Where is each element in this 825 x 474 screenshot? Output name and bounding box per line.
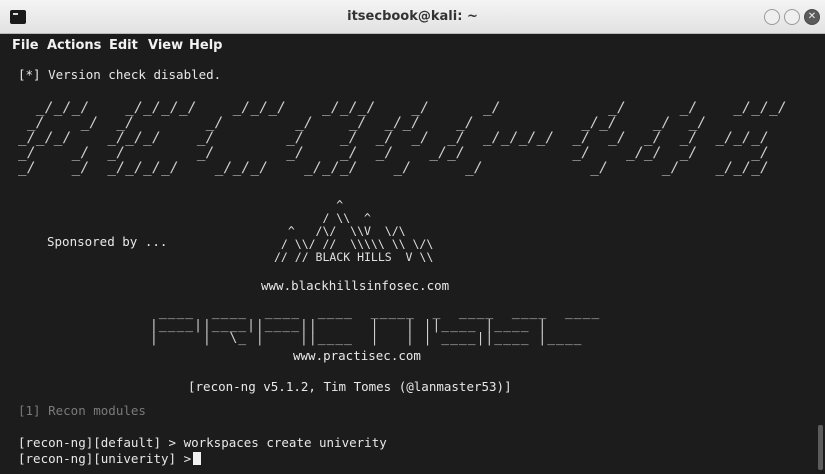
recon-ng-banner-line: _/ _/ _/ _/ _/ _/ _/_/ _/ _/_/ _/ _/ bbox=[18, 115, 707, 131]
practisec-logo-line: | | \_ | ||____ | | | ____||____ |____ bbox=[150, 331, 583, 346]
menu-file[interactable]: File bbox=[12, 38, 39, 53]
bhis-logo-line: // // BLACK HILLS V \\ bbox=[274, 250, 434, 264]
text-cursor bbox=[193, 452, 202, 465]
recon-ng-banner-line: _/ _/ _/ _/ _/ _/ _/ _/_/ _/ _/_/ _/ _/ bbox=[18, 145, 770, 161]
window-title: itsecbook@kali: ~ bbox=[347, 9, 478, 24]
recon-ng-banner-line: _/_/_/ _/_/_/ _/ _/ _/ _/ _/ _/ _/_/_/_/… bbox=[18, 130, 770, 146]
close-button[interactable]: ✕ bbox=[804, 9, 820, 25]
menu-actions[interactable]: Actions bbox=[47, 38, 101, 53]
command-line: [recon-ng][default] > workspaces create … bbox=[18, 435, 387, 450]
version-info: [recon-ng v5.1.2, Tim Tomes (@lanmaster5… bbox=[188, 379, 512, 394]
practisec-url: www.practisec.com bbox=[293, 348, 421, 363]
bhis-url: www.blackhillsinfosec.com bbox=[261, 278, 450, 293]
maximize-button[interactable] bbox=[784, 9, 800, 25]
menu-edit[interactable]: Edit bbox=[109, 38, 138, 53]
title-bar[interactable]: itsecbook@kali: ~ ✕ bbox=[0, 0, 825, 34]
terminal-window: itsecbook@kali: ~ ✕ File Actions Edit Vi… bbox=[0, 0, 825, 474]
terminal-output[interactable]: [*] Version check disabled. _/_/_/ _/_/_… bbox=[0, 60, 825, 474]
minimize-button[interactable] bbox=[764, 9, 780, 25]
sponsored-by-label: Sponsored by ... bbox=[47, 234, 168, 249]
scrollbar[interactable] bbox=[818, 425, 823, 470]
menu-view[interactable]: View bbox=[148, 38, 183, 53]
recon-ng-banner-line: _/ _/ _/_/_/_/ _/_/_/ _/_/_/ _/ _/ _/ _/… bbox=[18, 160, 770, 176]
recon-ng-banner-line: _/_/_/ _/_/_/_/ _/_/_/ _/_/_/ _/ _/ _/ _… bbox=[18, 100, 787, 116]
prompt-text: [recon-ng][univerity] > bbox=[18, 451, 192, 466]
version-check-line: [*] Version check disabled. bbox=[18, 67, 222, 82]
prompt-line[interactable]: [recon-ng][univerity] > bbox=[18, 451, 202, 466]
menu-help[interactable]: Help bbox=[189, 38, 222, 53]
module-count: [1] Recon modules bbox=[18, 403, 146, 418]
menu-bar: File Actions Edit View Help bbox=[0, 34, 825, 60]
